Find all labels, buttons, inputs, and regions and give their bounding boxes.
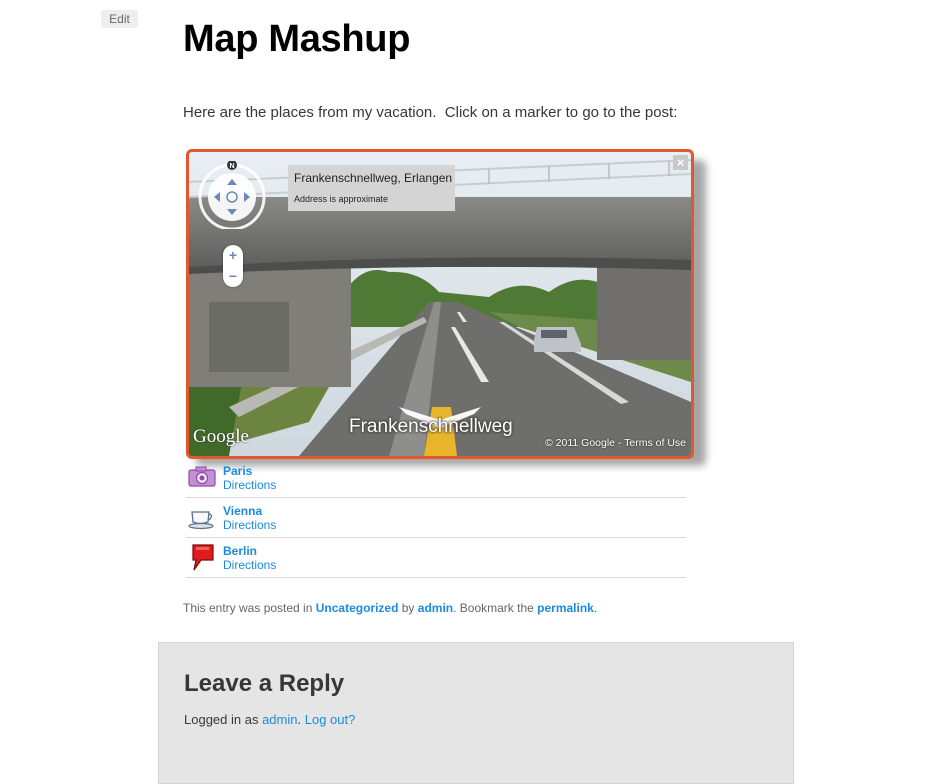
page-title: Map Mashup: [183, 18, 411, 60]
address-title: Frankenschnellweg, Erlangen: [294, 171, 453, 185]
author-link[interactable]: admin: [418, 601, 453, 615]
street-name-label[interactable]: Frankenschnellweg: [349, 416, 513, 438]
directions-link[interactable]: Directions: [223, 478, 276, 492]
zoom-in-button[interactable]: +: [223, 245, 243, 266]
logout-link[interactable]: Log out?: [305, 712, 356, 727]
user-link[interactable]: admin: [262, 712, 297, 727]
address-note: Address is approximate: [294, 194, 389, 204]
edit-button[interactable]: Edit: [101, 10, 138, 28]
terms-of-use-link[interactable]: © 2011 Google - Terms of Use: [545, 437, 686, 449]
directions-link[interactable]: Directions: [223, 518, 276, 532]
address-box: Frankenschnellweg, Erlangen Address is a…: [288, 165, 455, 211]
location-list: Paris Directions Vienna Directions Berli…: [186, 462, 686, 578]
compass-label: N: [229, 163, 234, 170]
meta-prefix: This entry was posted in: [183, 601, 316, 615]
zoom-out-button[interactable]: −: [223, 266, 243, 287]
reply-title: Leave a Reply: [184, 670, 345, 697]
zoom-control: + −: [223, 245, 243, 287]
logged-in-text: Logged in as admin. Log out?: [184, 712, 355, 727]
meta-by: by: [398, 601, 418, 615]
pan-control-icon[interactable]: N: [198, 161, 266, 229]
meta-end: .: [593, 601, 598, 615]
logged-separator: .: [297, 712, 305, 727]
list-item: Berlin Directions: [186, 538, 686, 578]
list-item: Vienna Directions: [186, 498, 686, 538]
google-logo[interactable]: Google: [193, 426, 249, 448]
list-item: Paris Directions: [186, 462, 686, 498]
close-icon[interactable]: ×: [673, 155, 688, 170]
location-link-vienna[interactable]: Vienna: [223, 504, 262, 518]
reply-section: Leave a Reply Logged in as admin. Log ou…: [158, 642, 794, 784]
speech-bubble-icon[interactable]: [187, 542, 217, 572]
directions-link[interactable]: Directions: [223, 558, 276, 572]
camera-icon[interactable]: [187, 462, 217, 492]
location-link-paris[interactable]: Paris: [223, 464, 252, 478]
location-link-berlin[interactable]: Berlin: [223, 544, 257, 558]
entry-meta: This entry was posted in Uncategorized b…: [183, 601, 597, 615]
logged-prefix: Logged in as: [184, 712, 263, 727]
coffee-cup-icon[interactable]: [187, 502, 217, 532]
permalink-link[interactable]: permalink: [537, 601, 594, 615]
intro-text: Here are the places from my vacation. Cl…: [183, 104, 678, 121]
street-view-panel[interactable]: × N + − Frankenschnellweg, Erlangen Addr…: [186, 149, 694, 459]
meta-bookmark: . Bookmark the: [453, 601, 538, 615]
category-link[interactable]: Uncategorized: [316, 601, 399, 615]
